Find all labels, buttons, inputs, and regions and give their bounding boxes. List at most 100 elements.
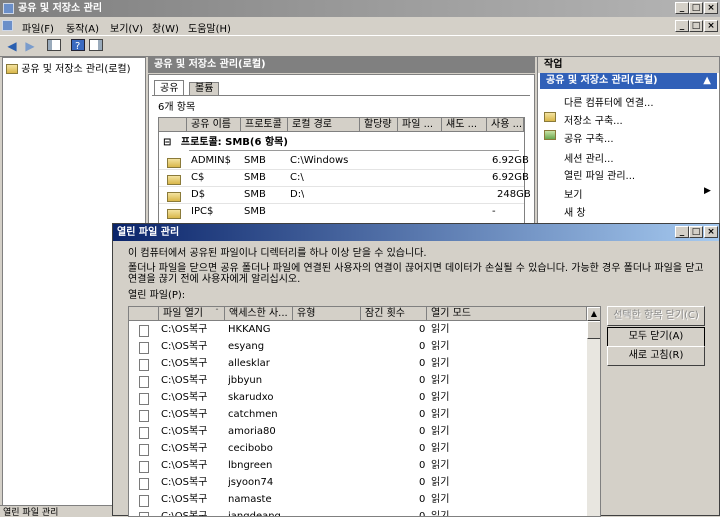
- share-wizard-icon: [544, 130, 556, 141]
- doc-restore-button[interactable]: □: [689, 20, 703, 32]
- group-label: 프로토콜: SMB(6 항목): [180, 137, 288, 148]
- open-file-locks: 0: [419, 392, 426, 403]
- tab-underline: [152, 95, 530, 96]
- dialog-close-button[interactable]: ×: [704, 226, 718, 238]
- action-manage-open-files[interactable]: 열린 파일 관리...: [564, 167, 635, 182]
- help-icon[interactable]: ?: [70, 39, 86, 53]
- dialog-title-bar[interactable]: 열린 파일 관리 _ □ ×: [113, 224, 719, 241]
- open-file-row[interactable]: C:\OS복구 jsyoon74 0 읽기: [129, 474, 587, 491]
- toolbar: ◀ ▶ ?: [0, 35, 720, 57]
- share-row[interactable]: IPC$ SMB -: [159, 203, 524, 220]
- dialog-maximize-button[interactable]: □: [689, 226, 703, 238]
- doc-minimize-button[interactable]: _: [675, 20, 689, 32]
- forward-arrow-icon[interactable]: ▶: [22, 39, 38, 53]
- tab-volumes[interactable]: 볼륨: [189, 82, 220, 95]
- open-file-path: C:\OS복구: [161, 477, 208, 488]
- open-file-row[interactable]: C:\OS복구 namaste 0 읽기: [129, 491, 587, 508]
- scroll-thumb[interactable]: [587, 321, 600, 339]
- col-header-share-name[interactable]: 공유 이름: [187, 118, 241, 132]
- open-file-row[interactable]: C:\OS복구 HKKANG 0 읽기: [129, 321, 587, 338]
- open-file-row[interactable]: C:\OS복구 allesklar 0 읽기: [129, 355, 587, 372]
- doc-close-button[interactable]: ×: [704, 20, 718, 32]
- close-button[interactable]: ×: [704, 2, 718, 14]
- col-header-file[interactable]: 파일 ...: [398, 118, 442, 132]
- share-protocol: SMB: [244, 189, 266, 200]
- open-file-row[interactable]: C:\OS복구 lbngreen 0 읽기: [129, 457, 587, 474]
- action-manage-sessions[interactable]: 세션 관리...: [564, 150, 614, 165]
- app-icon: [3, 3, 14, 14]
- main-title-bar[interactable]: 공유 및 저장소 관리 _ □ ×: [0, 0, 720, 17]
- file-icon: [139, 461, 149, 473]
- open-file-locks: 0: [419, 494, 426, 505]
- show-console-tree-icon[interactable]: [46, 39, 62, 53]
- open-file-user: HKKANG: [228, 324, 271, 335]
- file-icon: [139, 478, 149, 490]
- open-file-mode: 읽기: [431, 392, 450, 403]
- action-connect-computer[interactable]: 다른 컴퓨터에 연결...: [564, 94, 654, 109]
- col-header-quota[interactable]: 할당량: [360, 118, 398, 132]
- show-action-pane-icon[interactable]: [88, 39, 104, 53]
- collapse-up-icon[interactable]: ▲: [703, 73, 711, 89]
- close-all-button[interactable]: 모두 닫기(A): [607, 327, 705, 347]
- open-file-row[interactable]: C:\OS복구 esyang 0 읽기: [129, 338, 587, 355]
- menu-window[interactable]: 창(W): [152, 20, 179, 35]
- open-file-user: jbbyun: [228, 375, 263, 386]
- open-file-user: catchmen: [228, 409, 278, 420]
- open-file-user: skarudxo: [228, 392, 274, 403]
- col-header-shadow[interactable]: 섀도 ...: [442, 118, 487, 132]
- open-files-label: 열린 파일(P):: [128, 290, 186, 301]
- open-file-row[interactable]: C:\OS복구 skarudxo 0 읽기: [129, 389, 587, 406]
- collapse-icon[interactable]: ⊟: [163, 137, 171, 148]
- menu-view[interactable]: 보기(V): [110, 20, 143, 35]
- open-file-locks: 0: [419, 324, 426, 335]
- open-file-user: lbngreen: [228, 460, 273, 471]
- col-header-locks[interactable]: 잠긴 횟수: [361, 307, 427, 321]
- open-file-path: C:\OS복구: [161, 358, 208, 369]
- tab-shares[interactable]: 공유: [154, 80, 185, 95]
- menu-action[interactable]: 동작(A): [66, 20, 99, 35]
- share-used: 6.92GB: [492, 172, 529, 183]
- share-row[interactable]: ADMIN$ SMB C:\Windows 6.92GB: [159, 152, 529, 169]
- share-row[interactable]: D$ SMB D:\ 248GB: [159, 186, 531, 203]
- refresh-button[interactable]: 새로 고침(R): [607, 346, 705, 366]
- status-bar: 열린 파일 관리: [0, 505, 112, 517]
- open-file-user: amoria80: [228, 426, 276, 437]
- col-header-type[interactable]: 유형: [293, 307, 361, 321]
- action-new-window[interactable]: 새 창: [564, 204, 586, 219]
- menu-help[interactable]: 도움말(H): [188, 20, 231, 35]
- col-header-used[interactable]: 사용 ...: [487, 118, 524, 132]
- svg-text:?: ?: [75, 41, 80, 51]
- main-window-title: 공유 및 저장소 관리: [18, 3, 103, 14]
- scroll-up-button[interactable]: ▲: [587, 307, 600, 321]
- open-file-row[interactable]: C:\OS복구 catchmen 0 읽기: [129, 406, 587, 423]
- group-row[interactable]: ⊟ 프로토콜: SMB(6 항목): [163, 134, 288, 151]
- col-header-accessed-by[interactable]: 액세스한 사...: [225, 307, 293, 321]
- share-folder-icon: [167, 192, 181, 202]
- menu-file[interactable]: 파일(F): [22, 20, 54, 35]
- share-name: D$: [191, 189, 206, 200]
- maximize-button[interactable]: □: [689, 2, 703, 14]
- open-file-row[interactable]: C:\OS복구 amoria80 0 읽기: [129, 423, 587, 440]
- share-protocol: SMB: [244, 206, 266, 217]
- file-icon: [139, 495, 149, 507]
- close-selected-button[interactable]: 선택한 항목 닫기(C): [607, 306, 705, 326]
- col-header-protocol[interactable]: 프로토콜: [241, 118, 288, 132]
- col-header-open-mode[interactable]: 열기 모드: [427, 307, 587, 321]
- dialog-minimize-button[interactable]: _: [675, 226, 689, 238]
- tree-item-root[interactable]: 공유 및 저장소 관리(로컬): [6, 60, 131, 75]
- open-file-path: C:\OS복구: [161, 494, 208, 505]
- action-view[interactable]: 보기: [564, 186, 582, 201]
- open-files-list[interactable]: 파일 열기 액세스한 사... 유형 잠긴 횟수 열기 모드 ˆ C:\OS복구…: [128, 306, 601, 517]
- share-row[interactable]: C$ SMB C:\ 6.92GB: [159, 169, 529, 186]
- back-arrow-icon[interactable]: ◀: [4, 39, 20, 53]
- actions-section-header[interactable]: 공유 및 저장소 관리(로컬) ▲: [540, 73, 717, 89]
- col-header-local-path[interactable]: 로컬 경로: [288, 118, 360, 132]
- action-provision-share[interactable]: 공유 구축...: [564, 130, 614, 145]
- open-file-user: allesklar: [228, 358, 270, 369]
- open-file-row[interactable]: C:\OS복구 jbbyun 0 읽기: [129, 372, 587, 389]
- action-provision-storage[interactable]: 저장소 구축...: [564, 112, 623, 127]
- open-file-mode: 읽기: [431, 375, 450, 386]
- minimize-button[interactable]: _: [675, 2, 689, 14]
- open-file-row[interactable]: C:\OS복구 cecibobo 0 읽기: [129, 440, 587, 457]
- file-icon: [139, 342, 149, 354]
